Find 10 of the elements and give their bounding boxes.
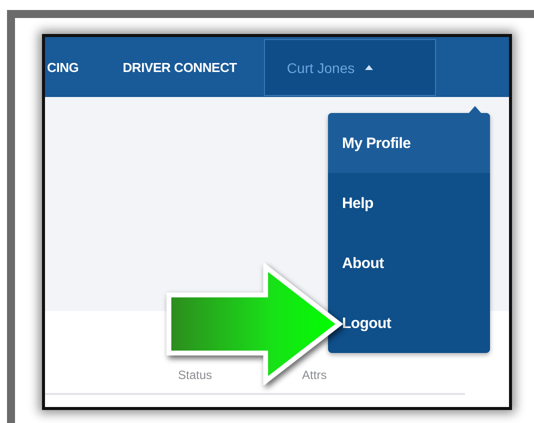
caret-icon xyxy=(364,65,373,70)
menu-item[interactable]: Logout xyxy=(328,293,490,353)
column-header: Status xyxy=(178,368,212,384)
menu-item[interactable]: My Profile xyxy=(328,113,490,173)
menu-item[interactable]: About xyxy=(328,233,490,293)
nav-link[interactable]: CING xyxy=(47,60,79,74)
column-header: Attrs xyxy=(302,368,327,384)
nav-link[interactable]: DRIVER CONNECT xyxy=(122,60,237,74)
menu-item[interactable]: Help xyxy=(328,173,490,233)
menu-pointer xyxy=(468,106,482,114)
